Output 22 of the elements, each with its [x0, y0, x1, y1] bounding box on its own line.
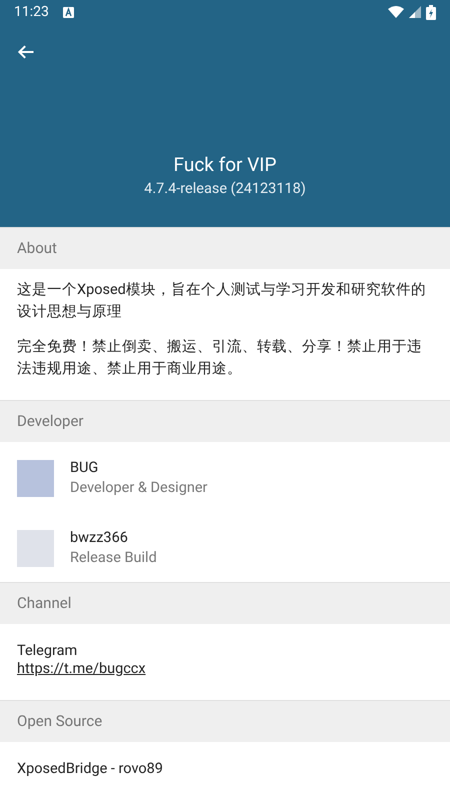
battery-icon: [426, 4, 436, 20]
link-url[interactable]: https://t.me/bugccx: [17, 660, 433, 678]
signal-icon: [409, 6, 421, 18]
app-version: 4.7.4-release (24123118): [144, 179, 306, 199]
status-time: 11:23: [14, 2, 49, 22]
developer-role: Release Build: [70, 548, 157, 568]
developer-role: Developer & Designer: [70, 478, 208, 498]
avatar-placeholder: [17, 460, 54, 496]
developer-name: BUG: [70, 458, 100, 478]
about-paragraph: 这是一个Xposed模块，旨在个人测试与学习开发和研究软件的设计思想与原理: [17, 280, 427, 322]
app-name: Fuck for VIP: [174, 152, 276, 178]
section-header: Open Source: [0, 700, 450, 742]
about-paragraph: 完全免费！禁止倒卖、搬运、引流、转载、分享！禁止用于违法违规用途、禁止用于商业用途。: [17, 337, 423, 379]
section-header: Developer: [0, 400, 450, 442]
notification-icon: [62, 6, 74, 18]
avatar-placeholder: [17, 530, 54, 566]
link-title: XposedBridge - rovo89: [17, 760, 164, 778]
section-header: Channel: [0, 582, 450, 624]
link-title: Telegram: [17, 642, 78, 660]
section-header: About: [0, 227, 450, 269]
developer-name: bwzz366: [70, 528, 129, 548]
wifi-icon: [388, 6, 404, 18]
